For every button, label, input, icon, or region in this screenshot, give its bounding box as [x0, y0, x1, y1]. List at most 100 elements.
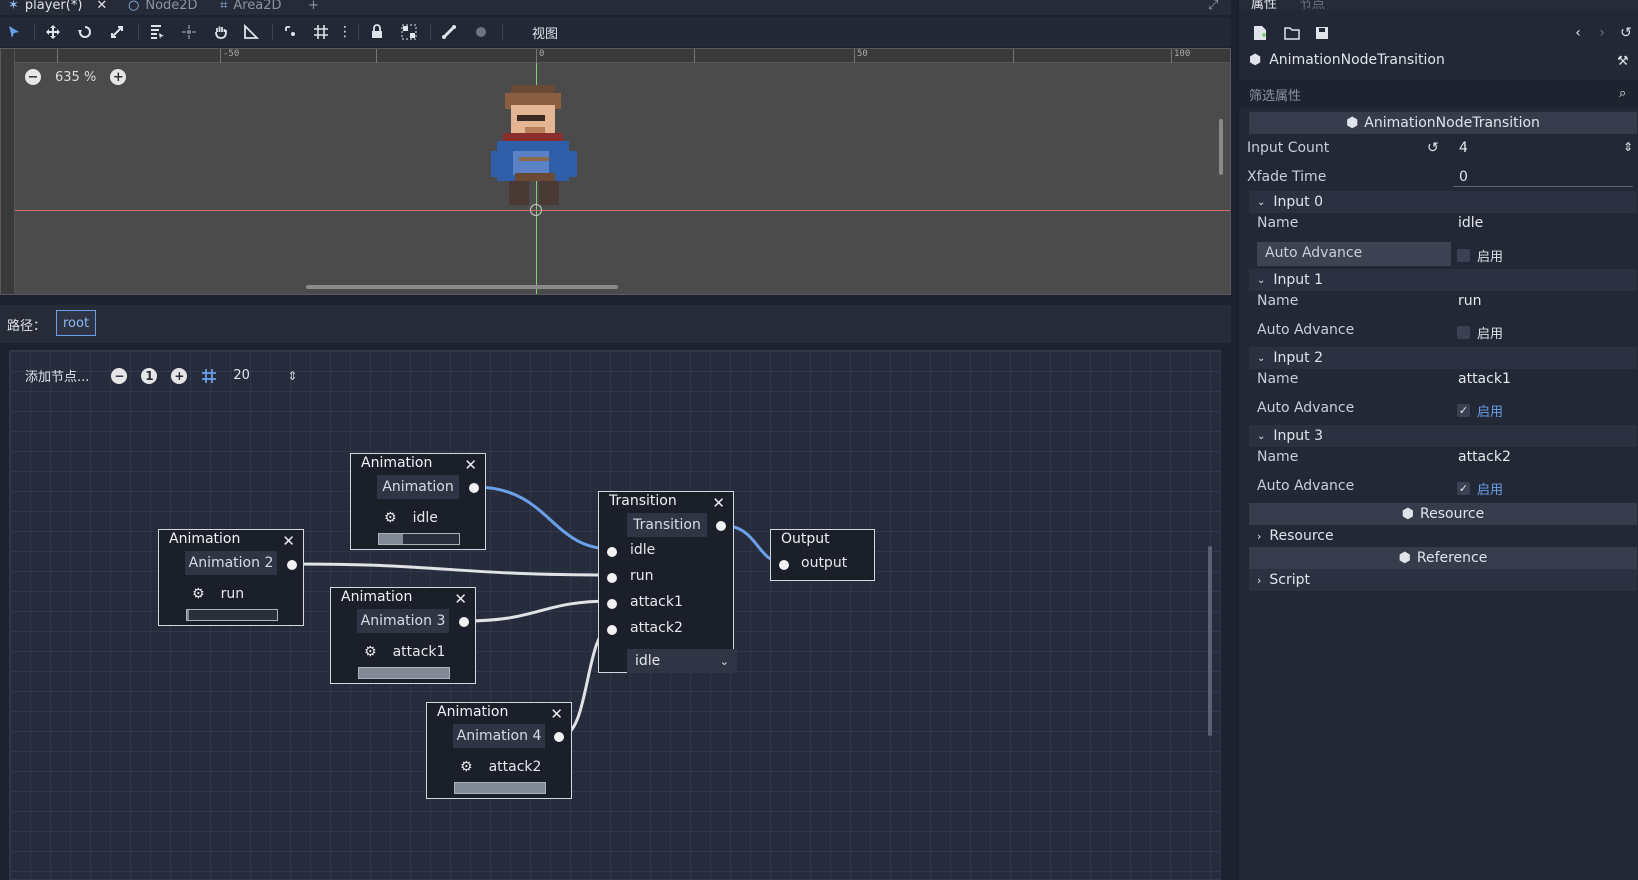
player-sprite[interactable]: [483, 81, 587, 213]
animation-selector[interactable]: ⚙ run: [192, 586, 244, 602]
output-port[interactable]: [469, 483, 479, 493]
script-group[interactable]: › Script: [1249, 569, 1637, 591]
input-name-value[interactable]: idle: [1458, 215, 1483, 231]
chevron-down-icon: ⌄: [719, 654, 729, 668]
input-0-group[interactable]: ⌄ Input 0: [1249, 191, 1637, 213]
tab-node2d[interactable]: ○ Node2D: [128, 0, 198, 15]
graph-vertical-scrollbar[interactable]: [1208, 546, 1212, 736]
graph-node-animation-3[interactable]: Animation ✕ Animation 3 ⚙ attack1: [330, 587, 476, 684]
output-port[interactable]: [287, 560, 297, 570]
scene-icon: ✶: [8, 0, 19, 13]
inspector-toolbar: ‹ › ↺: [1239, 18, 1638, 48]
input-1-group[interactable]: ⌄ Input 1: [1249, 269, 1637, 291]
spin-arrows-icon[interactable]: ⇕: [1623, 140, 1633, 154]
input-2-group[interactable]: ⌄ Input 2: [1249, 347, 1637, 369]
view-menu[interactable]: 视图: [532, 23, 558, 42]
zoom-level[interactable]: 635 %: [55, 70, 96, 85]
scale-tool-button[interactable]: [106, 21, 128, 43]
close-icon[interactable]: ✕: [550, 705, 563, 723]
animation-tree-graph[interactable]: 添加节点... − 1 + 20 ⇕ Animation ✕ Animation…: [9, 350, 1221, 880]
graph-node-animation-2[interactable]: Animation ✕ Animation 2 ⚙ run: [158, 529, 304, 626]
graph-node-output[interactable]: Output output: [770, 529, 875, 581]
pivot-marker[interactable]: [530, 204, 542, 216]
new-resource-button[interactable]: [1251, 24, 1269, 42]
close-icon[interactable]: ✕: [712, 494, 725, 512]
grid-snap-button[interactable]: [310, 21, 332, 43]
input-3-group[interactable]: ⌄ Input 3: [1249, 425, 1637, 447]
input-name-value[interactable]: run: [1458, 293, 1482, 309]
output-port[interactable]: [459, 617, 469, 627]
group-button[interactable]: [398, 21, 420, 43]
save-resource-button[interactable]: [1313, 24, 1331, 42]
horizontal-scrollbar[interactable]: [306, 285, 618, 289]
lock-button[interactable]: [366, 21, 388, 43]
node-name-field[interactable]: Animation 4: [453, 724, 545, 748]
distraction-free-button[interactable]: ⤢: [1208, 0, 1218, 15]
vertical-scrollbar[interactable]: [1219, 119, 1223, 175]
current-input-select[interactable]: idle ⌄: [627, 649, 737, 673]
resource-title[interactable]: ⬢ AnimationNodeTransition: [1249, 52, 1445, 68]
rotate-tool-button[interactable]: [74, 21, 96, 43]
input-port-run[interactable]: [607, 573, 617, 583]
output-port[interactable]: [716, 521, 726, 531]
canvas-viewport[interactable]: -50 0 50 100 − 635 % +: [0, 48, 1231, 295]
close-icon[interactable]: ✕: [464, 456, 477, 474]
smart-snap-button[interactable]: [280, 21, 302, 43]
move-tool-button[interactable]: [42, 21, 64, 43]
auto-advance-checkbox[interactable]: ✓: [1457, 482, 1470, 495]
node-name-field[interactable]: Transition: [627, 513, 707, 537]
animation-selector[interactable]: ⚙ attack2: [460, 759, 541, 775]
tab-area2d[interactable]: ⌗ Area2D: [220, 0, 282, 15]
input-port-output[interactable]: [779, 560, 789, 570]
select-tool-button[interactable]: [3, 21, 25, 43]
add-tab-button[interactable]: +: [308, 0, 319, 15]
pivot-tool-button[interactable]: [178, 21, 200, 43]
tools-icon[interactable]: ⚒: [1617, 54, 1629, 69]
skeleton-button[interactable]: [438, 21, 460, 43]
revert-icon[interactable]: ↺: [1427, 140, 1439, 156]
node-name-field[interactable]: Animation: [377, 475, 459, 499]
auto-advance-checkbox[interactable]: [1457, 326, 1470, 339]
close-icon[interactable]: ✕: [454, 590, 467, 608]
open-resource-button[interactable]: [1283, 24, 1301, 42]
graph-node-animation[interactable]: Animation ✕ Animation ⚙ idle: [350, 453, 486, 550]
tab-node[interactable]: 节点: [1299, 0, 1325, 10]
xfade-time-value[interactable]: 0: [1459, 169, 1468, 185]
close-icon[interactable]: ✕: [96, 0, 107, 13]
animation-selector[interactable]: ⚙ idle: [384, 510, 438, 526]
path-root-button[interactable]: root: [56, 310, 97, 336]
tab-player[interactable]: ✶ player(*) ✕: [8, 0, 107, 15]
history-back-button[interactable]: ‹: [1569, 24, 1587, 42]
animation-selector[interactable]: ⚙ attack1: [364, 644, 445, 660]
graph-node-animation-4[interactable]: Animation ✕ Animation 4 ⚙ attack2: [426, 702, 572, 799]
node-name-field[interactable]: Animation 3: [357, 609, 449, 633]
camera-override-button[interactable]: [470, 21, 492, 43]
zoom-in-button[interactable]: +: [110, 69, 127, 85]
input-port-idle[interactable]: [607, 547, 617, 557]
filter-properties-input[interactable]: 筛选属性: [1239, 80, 1638, 108]
input-name-value[interactable]: attack2: [1458, 449, 1511, 465]
output-port[interactable]: [554, 732, 564, 742]
snap-options-button[interactable]: ⋮: [334, 21, 356, 43]
input-port-attack1[interactable]: [607, 599, 617, 609]
resource-group[interactable]: › Resource: [1249, 525, 1637, 547]
checkbox-label: 启用: [1477, 483, 1504, 498]
graph-node-transition[interactable]: Transition ✕ Transition idle run attack1…: [598, 491, 737, 673]
new-file-icon: [1254, 26, 1266, 40]
input-name-value[interactable]: attack1: [1458, 371, 1511, 387]
history-forward-button[interactable]: ›: [1593, 24, 1611, 42]
split-divider[interactable]: [0, 296, 1231, 304]
tab-inspector[interactable]: 属性: [1251, 0, 1277, 10]
pan-tool-button[interactable]: [210, 21, 232, 43]
ruler-tool-button[interactable]: [240, 21, 262, 43]
input-port-attack2[interactable]: [607, 625, 617, 635]
zoom-out-button[interactable]: −: [25, 69, 41, 85]
close-icon[interactable]: ✕: [282, 532, 295, 550]
object-history-button[interactable]: ↺: [1617, 24, 1635, 42]
node-name-field[interactable]: Animation 2: [185, 551, 277, 575]
input-count-value[interactable]: 4: [1459, 140, 1468, 156]
list-select-button[interactable]: [146, 21, 168, 43]
auto-advance-checkbox[interactable]: [1457, 249, 1470, 262]
xfade-slider[interactable]: [1453, 186, 1633, 187]
auto-advance-checkbox[interactable]: ✓: [1457, 404, 1470, 417]
